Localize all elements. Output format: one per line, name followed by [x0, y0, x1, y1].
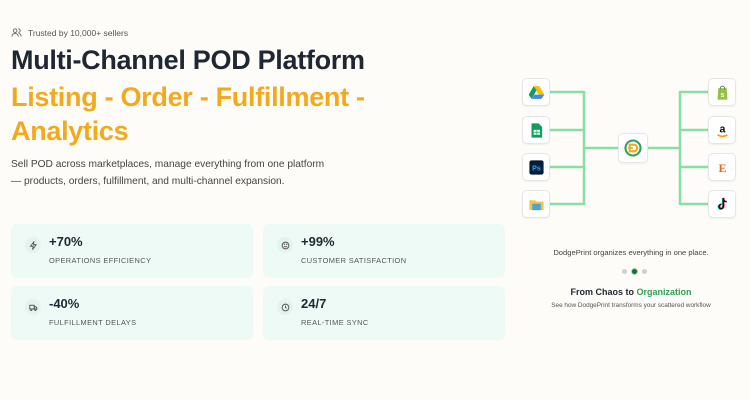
trusted-badge: Trusted by 10,000+ sellers: [11, 27, 128, 38]
stat-card-satisfaction: +99% Customer satisfaction: [263, 224, 505, 278]
amazon-label: a: [719, 123, 725, 135]
carousel-dot-active[interactable]: [631, 268, 638, 275]
shopify-icon: S: [708, 78, 736, 106]
stat-card-sync: 24/7 Real-time sync: [263, 286, 505, 340]
etsy-label: E: [718, 160, 726, 174]
folder-icon: [522, 190, 550, 218]
truck-icon: [25, 299, 41, 315]
stat-label: Operations efficiency: [49, 256, 152, 265]
diagram-caption: DodgePrint organizes everything in one p…: [553, 248, 709, 257]
stat-label: Real-time sync: [301, 318, 369, 327]
stat-value: 24/7: [301, 296, 327, 311]
smiley-icon: [277, 237, 293, 253]
carousel-dot[interactable]: [622, 269, 627, 274]
carousel-dots[interactable]: [622, 268, 647, 275]
amazon-icon: a: [708, 116, 736, 144]
photoshop-label: Ps: [532, 164, 541, 172]
users-icon: [11, 28, 22, 37]
trusted-text: Trusted by 10,000+ sellers: [28, 27, 129, 38]
page-subtitle: Listing - Order - Fulfillment - Analytic…: [11, 82, 365, 146]
stat-value: +99%: [301, 234, 335, 249]
google-drive-icon: [522, 78, 550, 106]
stat-label: Customer satisfaction: [301, 256, 407, 265]
workflow-diagram: Ps S a E: [512, 70, 750, 230]
stat-value: -40%: [49, 296, 80, 311]
photoshop-icon: Ps: [522, 153, 550, 181]
tiktok-icon: [708, 190, 736, 218]
svg-text:S: S: [720, 92, 724, 98]
showcase-subtext: See how DodgePrint transforms your scatt…: [551, 302, 711, 309]
clock-icon: [277, 299, 293, 315]
hero-description: Sell POD across marketplaces, manage eve…: [11, 159, 325, 187]
showcase-headline: From Chaos to Organization: [512, 287, 750, 297]
headline-prefix: From Chaos to: [570, 287, 634, 297]
dodgeprint-logo-icon: [618, 133, 648, 163]
etsy-icon: E: [708, 153, 736, 181]
lightning-icon: [25, 237, 41, 253]
stat-value: +70%: [49, 234, 83, 249]
headline-highlight: Organization: [636, 287, 692, 297]
carousel-dot[interactable]: [642, 269, 647, 274]
stat-label: Fulfillment delays: [49, 318, 137, 327]
google-sheets-icon: [522, 116, 550, 144]
stat-card-fulfillment: -40% Fulfillment delays: [11, 286, 253, 340]
page-title: Multi-Channel POD Platform: [11, 45, 365, 75]
stat-card-operations: +70% Operations efficiency: [11, 224, 253, 278]
